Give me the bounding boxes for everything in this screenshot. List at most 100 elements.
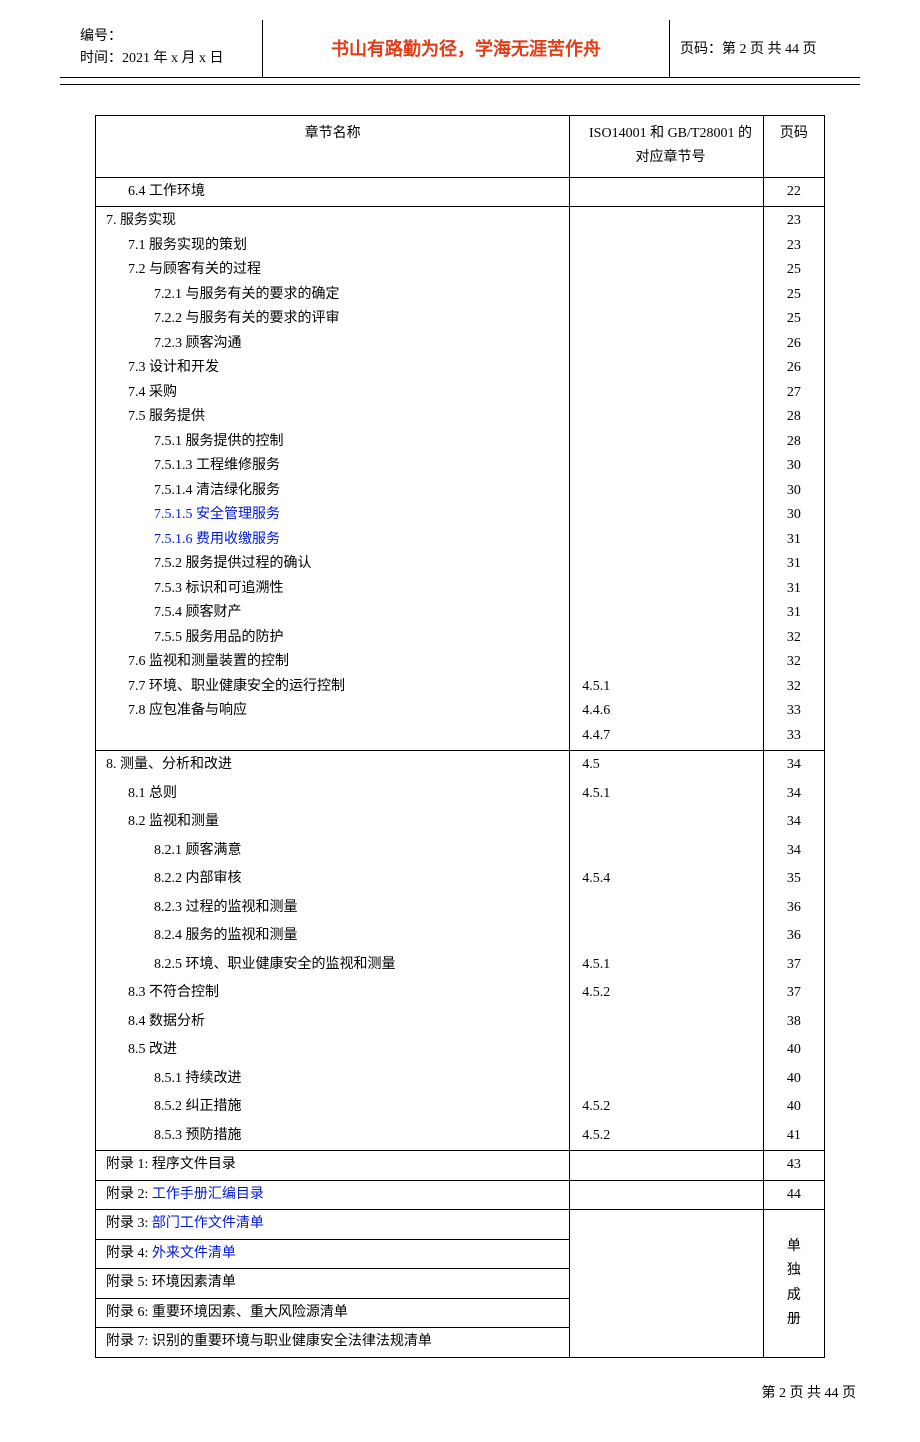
- toc-entry-text: 7.4 采购: [102, 381, 563, 406]
- toc-name-cell: 附录 6: 重要环境因素、重大风险源清单: [96, 1298, 570, 1328]
- toc-entry-text: 7.7 环境、职业健康安全的运行控制: [102, 675, 563, 700]
- toc-row: 8.5 改进 40: [96, 1036, 825, 1065]
- toc-entry-text: 8.3 不符合控制: [102, 981, 219, 1006]
- toc-ref-cell: [570, 177, 763, 207]
- toc-entry-text: 8.1 总则: [102, 782, 177, 807]
- toc-entry-text: 7. 服务实现: [102, 209, 563, 234]
- toc-row: 8.2 监视和测量 34: [96, 808, 825, 837]
- toc-row: 8.2.4 服务的监视和测量 36: [96, 922, 825, 951]
- toc-entry-prefix: 附录 6:: [106, 1305, 152, 1320]
- toc-appendix-row: 附录 3: 部门工作文件清单单独成册: [96, 1210, 825, 1240]
- toc-page-cell: 34: [763, 808, 824, 837]
- toc-entry-prefix: 附录 7:: [106, 1334, 152, 1349]
- page-header: 编号： 时间：2021 年 x 月 x 日 书山有路勤为径，学海无涯苦作舟 页码…: [60, 20, 860, 78]
- toc-ref-cell: [570, 1210, 763, 1358]
- toc-ref-cell: 4.5.1: [570, 951, 763, 980]
- toc-group-refs: 4.5.14.4.64.4.7: [570, 207, 763, 751]
- toc-entry-text: 7.5.1.4 清洁绿化服务: [102, 479, 563, 504]
- toc-page-cell: 34: [763, 837, 824, 866]
- toc-row: 8.2.3 过程的监视和测量36: [96, 894, 825, 923]
- toc-ref-cell: [570, 1180, 763, 1210]
- toc-entry-prefix: 附录 3:: [106, 1216, 152, 1231]
- toc-ref-cell: [570, 1065, 763, 1094]
- doc-time-label: 时间：2021 年 x 月 x 日: [80, 48, 260, 70]
- toc-page-cell: 35: [763, 865, 824, 894]
- toc-page-merged: 单独成册: [763, 1210, 824, 1358]
- toc-page-cell: 40: [763, 1093, 824, 1122]
- toc-entry-text[interactable]: 7.5.1.6 费用收缴服务: [102, 528, 563, 553]
- toc-row: 8.5.2 纠正措施4.5.240: [96, 1093, 825, 1122]
- toc-ref-cell: [570, 1008, 763, 1037]
- toc-entry-prefix: 附录 2:: [106, 1187, 152, 1202]
- toc-wrapper: 章节名称 ISO14001 和 GB/T28001 的对应章节号 页码 6.4 …: [95, 115, 825, 1358]
- toc-entry-text: 8.4 数据分析: [102, 1010, 205, 1035]
- toc-entry-text: 7.2.1 与服务有关的要求的确定: [102, 283, 563, 308]
- toc-row: 8.5.3 预防措施4.5.241: [96, 1122, 825, 1151]
- toc-group-names: 7. 服务实现7.1 服务实现的策划7.2 与顾客有关的过程7.2.1 与服务有…: [96, 207, 570, 751]
- toc-entry-text: 7.8 应包准备与响应: [102, 699, 563, 724]
- toc-row: 8.1 总则 4.5.134: [96, 780, 825, 809]
- toc-ref-cell: [570, 922, 763, 951]
- toc-entry-text: 程序文件目录: [152, 1157, 236, 1172]
- toc-ref-cell: [570, 894, 763, 923]
- toc-ref-cell: 4.5.2: [570, 979, 763, 1008]
- doc-number-label: 编号：: [80, 26, 260, 48]
- toc-header-name: 章节名称: [96, 115, 570, 177]
- toc-page-cell: 36: [763, 922, 824, 951]
- toc-ref-cell: [570, 837, 763, 866]
- toc-entry-text: 8.5.3 预防措施: [102, 1124, 242, 1149]
- toc-name-cell: 8.5 改进: [96, 1036, 570, 1065]
- toc-entry-text[interactable]: 外来文件清单: [152, 1246, 236, 1261]
- toc-entry-text: 7.5.2 服务提供过程的确认: [102, 552, 563, 577]
- toc-entry-text: 8.2.1 顾客满意: [102, 839, 242, 864]
- toc-entry-text: 8.2.5 环境、职业健康安全的监视和测量: [102, 953, 396, 978]
- toc-page-cell: 44: [763, 1180, 824, 1210]
- toc-entry-text: 7.5 服务提供: [102, 405, 563, 430]
- toc-row: 8.2.2 内部审核 4.5.435: [96, 865, 825, 894]
- toc-entry-text[interactable]: 工作手册汇编目录: [152, 1187, 264, 1202]
- toc-ref-cell: 4.5.1: [570, 780, 763, 809]
- toc-name-cell: 8.2.4 服务的监视和测量: [96, 922, 570, 951]
- toc-name-cell: 8.2 监视和测量: [96, 808, 570, 837]
- toc-page-cell: 40: [763, 1065, 824, 1094]
- toc-row: 8.2.1 顾客满意 34: [96, 837, 825, 866]
- toc-page-cell: 34: [763, 780, 824, 809]
- toc-ref-cell: 4.5.4: [570, 865, 763, 894]
- toc-group-pages: 2323252525262627282830303031313131323232…: [763, 207, 824, 751]
- toc-name-cell: 8.2.5 环境、职业健康安全的监视和测量: [96, 951, 570, 980]
- toc-entry-text[interactable]: 部门工作文件清单: [152, 1216, 264, 1231]
- toc-row: 8.4 数据分析38: [96, 1008, 825, 1037]
- toc-header-ref: ISO14001 和 GB/T28001 的对应章节号: [570, 115, 763, 177]
- toc-name-cell: 8.4 数据分析: [96, 1008, 570, 1037]
- toc-entry-text: 环境因素清单: [152, 1275, 236, 1290]
- toc-entry-text[interactable]: 7.5.1.5 安全管理服务: [102, 503, 563, 528]
- toc-entry-text: 8.2.4 服务的监视和测量: [102, 924, 298, 949]
- toc-entry-text: 8.2.2 内部审核: [102, 867, 242, 892]
- toc-entry-prefix: 附录 1:: [106, 1157, 152, 1172]
- toc-ref-cell: 4.5.2: [570, 1093, 763, 1122]
- toc-name-cell: 6.4 工作环境: [96, 177, 570, 207]
- header-page: 页码：第 2 页 共 44 页: [670, 20, 860, 77]
- toc-header-row: 章节名称 ISO14001 和 GB/T28001 的对应章节号 页码: [96, 115, 825, 177]
- toc-name-cell: 附录 5: 环境因素清单: [96, 1269, 570, 1299]
- toc-page-cell: 37: [763, 979, 824, 1008]
- toc-entry-text: 7.6 监视和测量装置的控制: [102, 650, 563, 675]
- toc-name-cell: 8. 测量、分析和改进: [96, 751, 570, 780]
- toc-header-page: 页码: [763, 115, 824, 177]
- toc-page-cell: 40: [763, 1036, 824, 1065]
- toc-ref-cell: [570, 1151, 763, 1181]
- toc-entry-text: 7.2 与顾客有关的过程: [102, 258, 563, 283]
- toc-row: 8.5.1 持续改进40: [96, 1065, 825, 1094]
- toc-entry-text: 7.3 设计和开发: [102, 356, 563, 381]
- toc-row: 附录 1: 程序文件目录43: [96, 1151, 825, 1181]
- toc-row: 8.3 不符合控制 4.5.237: [96, 979, 825, 1008]
- toc-entry-text: 7.5.3 标识和可追溯性: [102, 577, 563, 602]
- header-motto: 书山有路勤为径，学海无涯苦作舟: [263, 20, 670, 77]
- toc-entry-text: 7.5.1.3 工程维修服务: [102, 454, 563, 479]
- toc-ref-cell: [570, 808, 763, 837]
- toc-name-cell: 附录 2: 工作手册汇编目录: [96, 1180, 570, 1210]
- toc-entry-text: 8.2 监视和测量: [102, 810, 219, 835]
- toc-name-cell: 附录 1: 程序文件目录: [96, 1151, 570, 1181]
- toc-entry-text: 识别的重要环境与职业健康安全法律法规清单: [152, 1334, 432, 1349]
- toc-name-cell: 8.1 总则: [96, 780, 570, 809]
